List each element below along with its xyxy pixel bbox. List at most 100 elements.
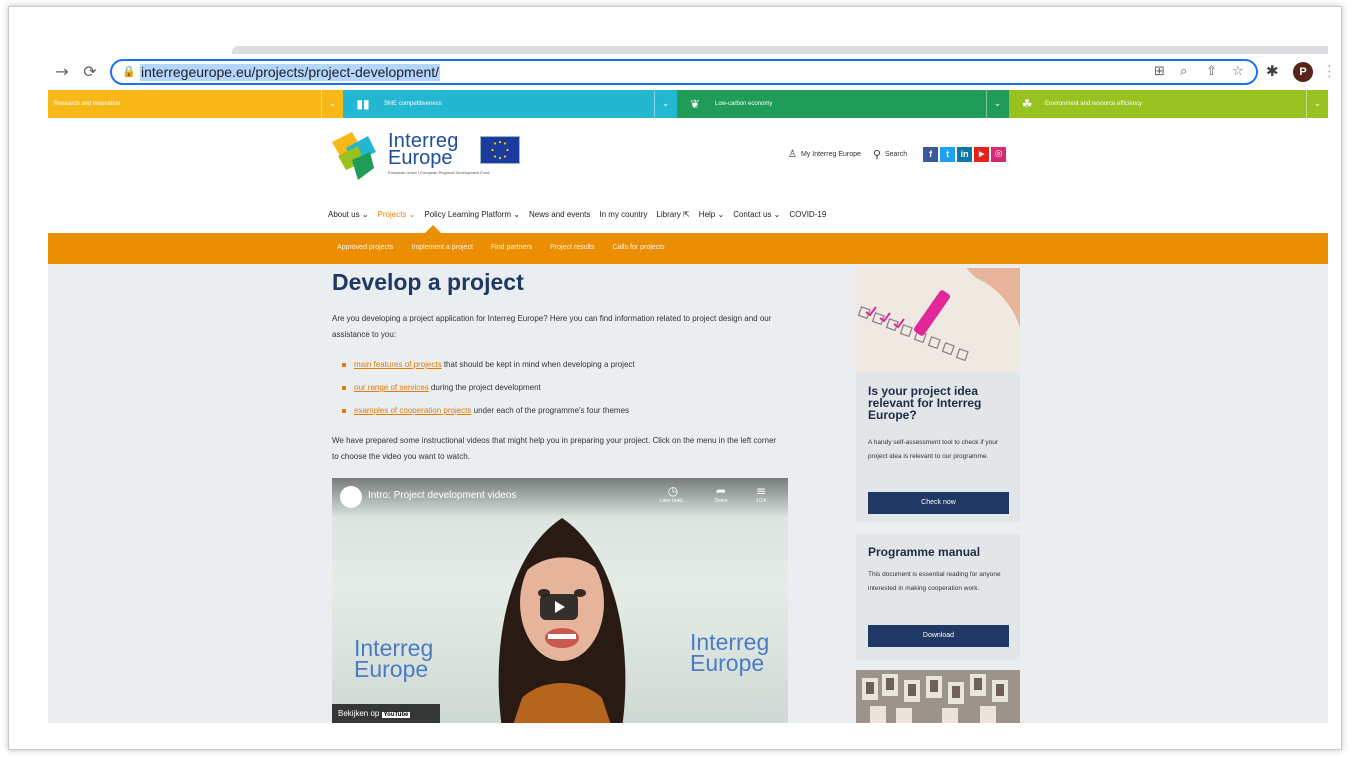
nav-label: Projects bbox=[377, 210, 407, 219]
bullet-text: during the project development bbox=[428, 383, 541, 392]
list-item: main features of projects that should be… bbox=[342, 360, 635, 369]
share-label: Delen bbox=[714, 498, 728, 504]
logo-mark-icon bbox=[332, 132, 376, 180]
chevron-down-icon: ⌄ bbox=[361, 210, 369, 219]
page-title: Develop a project bbox=[332, 269, 524, 295]
theme-environment[interactable]: ☘ Environment and resource efficiency ⌄ bbox=[1009, 90, 1328, 118]
share-icon[interactable]: ⇧ bbox=[1206, 64, 1217, 79]
chevron-down-icon: ⌄ bbox=[717, 210, 725, 219]
list-item: examples of cooperation projects under e… bbox=[342, 406, 629, 415]
subnav-project-results[interactable]: Project results bbox=[550, 244, 594, 251]
url-text[interactable]: interregeurope.eu/projects/project-devel… bbox=[140, 64, 441, 81]
subnav-find-partners[interactable]: Find partners bbox=[491, 244, 532, 251]
chevron-down-icon: ⌄ bbox=[408, 210, 416, 219]
share-arrow-icon: ➦ bbox=[715, 484, 727, 498]
buildings-icon: ▮▮ bbox=[356, 97, 370, 111]
reload-icon[interactable]: ⟳ bbox=[80, 62, 100, 82]
browser-toolbar: → ⟳ 🔒 interregeurope.eu/projects/project… bbox=[48, 56, 1337, 88]
profile-avatar[interactable]: P bbox=[1293, 62, 1313, 82]
subnav-implement-project[interactable]: Implement a project bbox=[411, 244, 472, 251]
nav-policy-learning[interactable]: Policy Learning Platform ⌄ bbox=[424, 210, 520, 219]
photos-card-image bbox=[856, 670, 1020, 723]
examples-link[interactable]: examples of cooperation projects bbox=[354, 406, 471, 415]
nav-label: Policy Learning Platform bbox=[424, 210, 512, 219]
video-player[interactable]: Interreg Europe Interreg Europe Intro: Pro… bbox=[332, 478, 788, 723]
nav-label: Library bbox=[656, 210, 681, 219]
theme-label: Research and innovation bbox=[54, 101, 121, 107]
playlist-count: 1/14 bbox=[756, 498, 766, 504]
features-link[interactable]: main features of projects bbox=[354, 360, 442, 369]
nav-about-us[interactable]: About us ⌄ bbox=[328, 210, 369, 219]
search-icon[interactable]: ⚲ bbox=[873, 148, 881, 161]
main-nav: About us ⌄ Projects ⌄ Policy Learning Pl… bbox=[328, 210, 835, 219]
theme-label: Low-carbon economy bbox=[715, 101, 773, 107]
facebook-icon[interactable]: f bbox=[923, 146, 939, 162]
header-links: ♙ My Interreg Europe ⚲ Search f t in ▶ ◎ bbox=[788, 146, 1007, 162]
nav-projects[interactable]: Projects ⌄ bbox=[378, 210, 416, 219]
chevron-down-icon[interactable]: ⌄ bbox=[986, 90, 1008, 118]
nav-label: Help bbox=[698, 210, 716, 219]
logo-subtitle: European Union | European Regional Devel… bbox=[388, 170, 490, 175]
video-title[interactable]: Intro: Project development videos bbox=[368, 490, 516, 501]
subnav-pointer bbox=[425, 225, 441, 233]
lock-icon[interactable]: 🔒 bbox=[122, 65, 136, 78]
watch-on-youtube[interactable]: Bekijken op YouTube bbox=[332, 704, 440, 723]
youtube-icon[interactable]: ▶ bbox=[974, 146, 990, 162]
external-link-icon: ⇱ bbox=[683, 210, 690, 219]
chevron-down-icon[interactable]: ⌄ bbox=[654, 90, 676, 118]
programme-manual-card: Programme manual This document is essent… bbox=[856, 534, 1020, 660]
bullet-text: under each of the programme's four theme… bbox=[471, 406, 630, 415]
video-bg-logo: Interreg Europe bbox=[354, 635, 434, 682]
nav-library[interactable]: Library ⇱ bbox=[656, 210, 689, 219]
eu-flag-icon bbox=[480, 136, 520, 164]
nav-help[interactable]: Help ⌄ bbox=[699, 210, 724, 219]
chevron-down-icon: ⌄ bbox=[773, 210, 781, 219]
address-bar[interactable]: 🔒 interregeurope.eu/projects/project-dev… bbox=[110, 59, 1258, 85]
instagram-icon[interactable]: ◎ bbox=[991, 146, 1007, 162]
chevron-down-icon[interactable]: ⌄ bbox=[1306, 90, 1328, 118]
nav-label: About us bbox=[328, 210, 360, 219]
video-bg-logo: Interreg Europe bbox=[690, 629, 770, 676]
lightbulb-leaf-icon: ❦ bbox=[689, 97, 701, 111]
theme-sme[interactable]: ▮▮ SME competitiveness ⌄ bbox=[343, 90, 677, 118]
interreg-logo[interactable]: Interreg Europe European Union | Europea… bbox=[330, 128, 530, 184]
my-interreg-link[interactable]: My Interreg Europe bbox=[801, 151, 861, 158]
nav-covid[interactable]: COVID-19 bbox=[789, 210, 826, 219]
theme-low-carbon[interactable]: ❦ Low-carbon economy ⌄ bbox=[677, 90, 1009, 118]
watch-on-label: Bekijken op bbox=[338, 709, 380, 718]
zoom-icon[interactable]: ⌕ bbox=[1180, 64, 1187, 79]
bookmark-star-icon[interactable]: ☆ bbox=[1232, 64, 1244, 79]
watch-later-button[interactable]: ◷ Later bekij... bbox=[656, 484, 690, 504]
user-icon: ♙ bbox=[788, 148, 797, 160]
linkedin-icon[interactable]: in bbox=[957, 146, 973, 162]
main-content: Develop a project Are you developing a p… bbox=[48, 264, 1328, 723]
plant-hand-icon: ☘ bbox=[1021, 97, 1033, 111]
playlist-button[interactable]: ≡ 1/14 bbox=[744, 484, 778, 504]
twitter-icon[interactable]: t bbox=[940, 146, 956, 162]
tab-strip bbox=[232, 46, 1328, 54]
clock-icon: ◷ bbox=[667, 484, 679, 498]
extensions-icon[interactable]: ✱ bbox=[1266, 62, 1279, 80]
check-now-button[interactable]: Check now bbox=[868, 492, 1009, 514]
subnav-approved-projects[interactable]: Approved projects bbox=[337, 244, 393, 251]
download-button[interactable]: Download bbox=[868, 625, 1009, 647]
translate-icon[interactable]: ⊞ bbox=[1154, 64, 1165, 79]
card-title: Is your project idea relevant for Interr… bbox=[868, 384, 982, 422]
nav-in-my-country[interactable]: In my country bbox=[599, 210, 647, 219]
play-button[interactable] bbox=[540, 594, 578, 620]
chevron-down-icon[interactable]: ⌄ bbox=[321, 90, 343, 118]
share-button[interactable]: ➦ Delen bbox=[704, 484, 738, 504]
forward-icon[interactable]: → bbox=[52, 62, 72, 82]
self-assessment-card: Is your project idea relevant for Interr… bbox=[856, 268, 1020, 522]
card-title: Programme manual bbox=[868, 545, 981, 559]
theme-research[interactable]: Research and innovation ⌄ bbox=[48, 90, 343, 118]
channel-avatar[interactable] bbox=[340, 486, 362, 508]
services-link[interactable]: our range of services bbox=[354, 383, 429, 392]
nav-news-events[interactable]: News and events bbox=[529, 210, 590, 219]
nav-contact-us[interactable]: Contact us ⌄ bbox=[733, 210, 780, 219]
theme-label: SME competitiveness bbox=[384, 101, 442, 107]
menu-icon[interactable]: ⋮ bbox=[1322, 62, 1337, 80]
search-link[interactable]: Search bbox=[885, 151, 907, 158]
list-item: our range of services during the project… bbox=[342, 383, 541, 392]
subnav-calls-for-projects[interactable]: Calls for projects bbox=[613, 244, 665, 251]
